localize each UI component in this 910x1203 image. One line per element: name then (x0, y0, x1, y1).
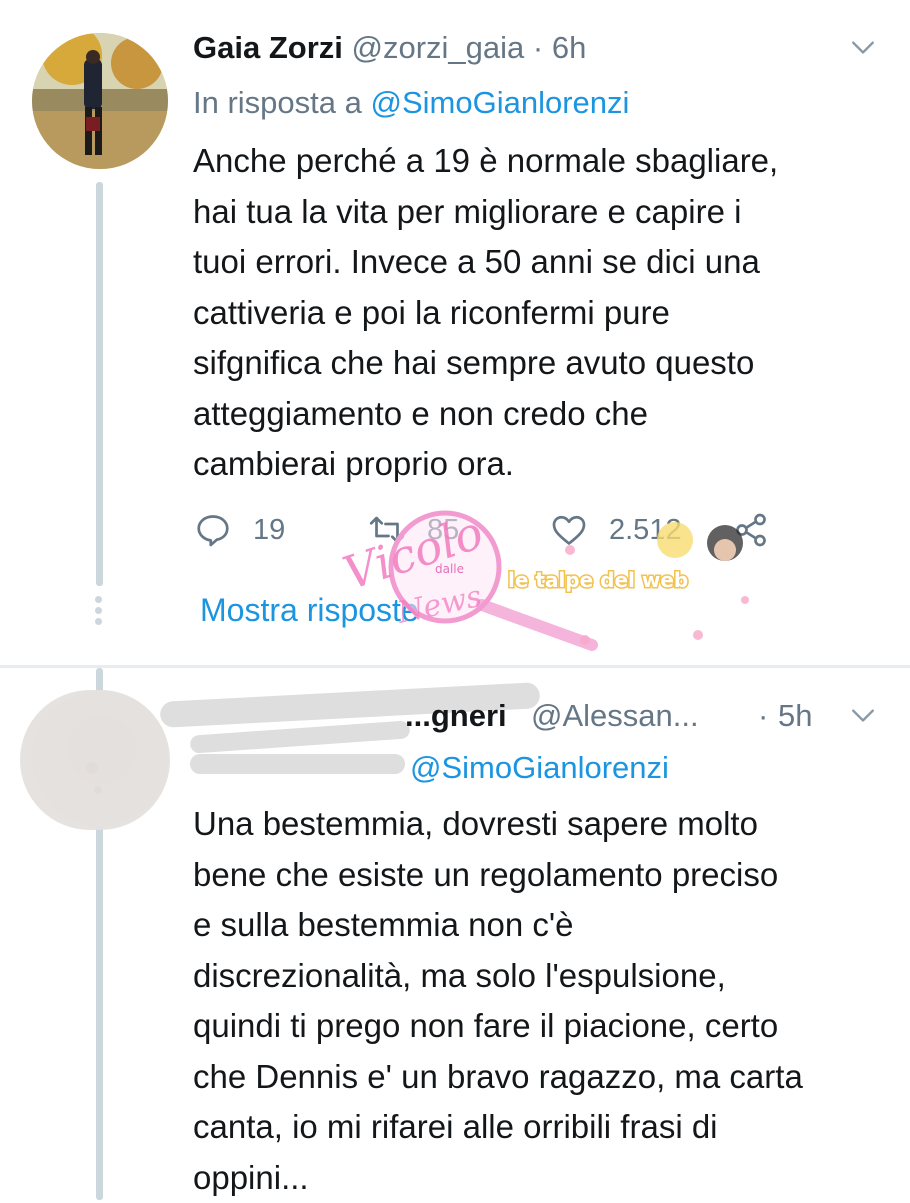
user-handle[interactable]: @Alessan... (531, 696, 699, 736)
share-button[interactable] (733, 508, 791, 552)
avatar-photo (32, 33, 168, 169)
retweet-button[interactable]: 85 (369, 508, 459, 552)
reply-prefix: In risposta a (193, 85, 362, 120)
separator: · (532, 30, 544, 65)
redaction-reply (190, 754, 405, 774)
chevron-down-icon[interactable] (850, 702, 876, 728)
share-icon (736, 513, 766, 547)
tweet-text: Una bestemmia, dovresti sapere molto ben… (193, 805, 803, 1196)
like-button[interactable]: 2.512 (551, 508, 682, 552)
reply-context: @SimoGianlorenzi (410, 748, 669, 788)
timestamp[interactable]: 5h (778, 696, 812, 736)
like-count: 2.512 (609, 513, 682, 546)
avatar[interactable] (32, 33, 168, 169)
reply-mention-link[interactable]: @SimoGianlorenzi (371, 85, 630, 120)
tweet-actions: 19 85 2.512 (193, 508, 883, 552)
tweet-gaia-zorzi[interactable]: Gaia Zorzi @zorzi_gaia · 6h In risposta … (0, 0, 910, 665)
chevron-down-icon[interactable] (850, 34, 876, 60)
tweet-header: Gaia Zorzi @zorzi_gaia · 6h (193, 28, 586, 68)
retweet-icon (369, 516, 405, 544)
tweet-text: Anche perché a 19 è normale sbagliare, h… (193, 142, 779, 482)
show-replies-link[interactable]: Mostra risposte (200, 588, 419, 632)
redaction-avatar (20, 690, 170, 830)
display-name[interactable]: Gaia Zorzi (193, 30, 343, 65)
reply-mention-link[interactable]: @SimoGianlorenzi (410, 750, 669, 785)
like-icon (552, 515, 586, 545)
reply-count: 19 (253, 513, 286, 546)
user-handle[interactable]: @zorzi_gaia (352, 30, 525, 65)
reply-icon (197, 515, 229, 547)
thread-line (96, 182, 103, 586)
reply-button[interactable]: 19 (195, 508, 285, 552)
retweet-count: 85 (427, 513, 460, 546)
redaction-name-2 (189, 720, 411, 754)
tweet-alessan[interactable]: ...gneri @Alessan... · 5h @SimoGianloren… (0, 668, 910, 1200)
timestamp[interactable]: 6h (552, 30, 586, 65)
thread-dots (94, 596, 104, 629)
display-name[interactable]: ...gneri (405, 696, 507, 736)
separator: · (758, 698, 769, 733)
reply-context: In risposta a @SimoGianlorenzi (193, 83, 629, 123)
